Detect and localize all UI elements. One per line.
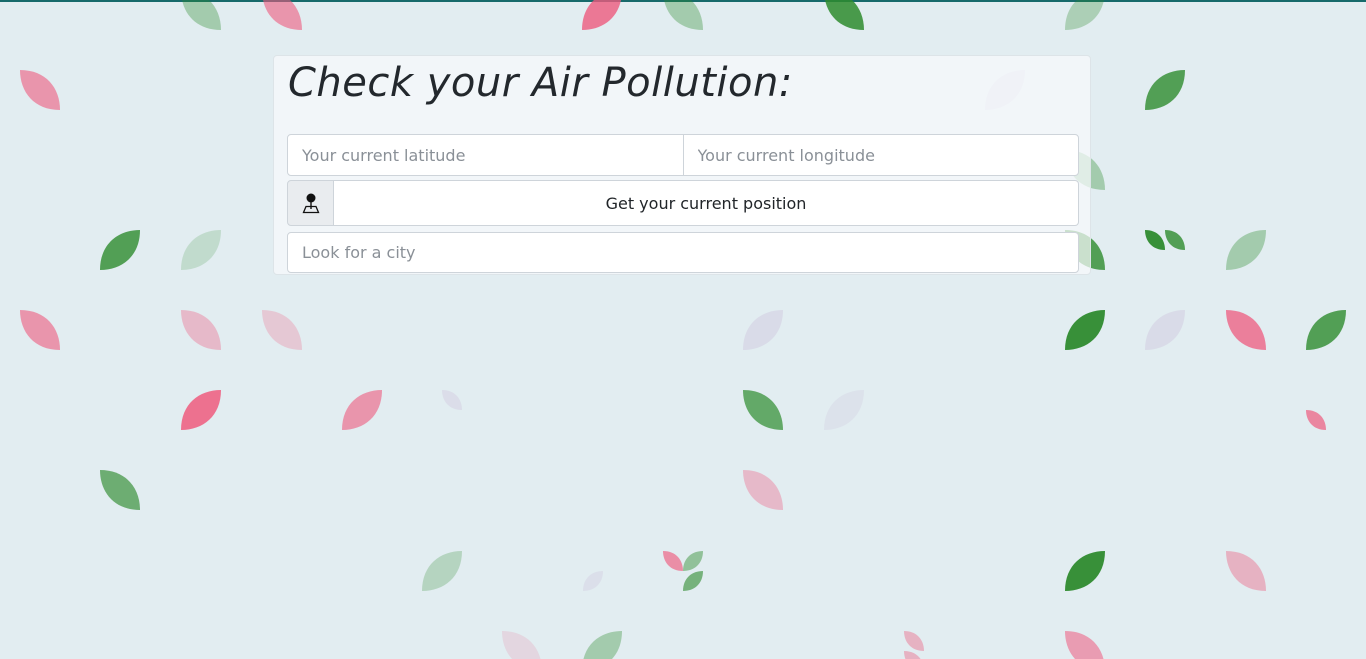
leaf-decoration <box>1165 230 1185 250</box>
map-pin-icon <box>287 180 334 226</box>
leaf-decoration <box>442 390 462 410</box>
leaf-decoration <box>502 631 541 659</box>
leaf-decoration <box>1065 0 1104 30</box>
get-current-position-button[interactable]: Get your current position <box>334 180 1079 226</box>
leaf-decoration <box>583 571 603 591</box>
leaf-decoration <box>342 390 382 430</box>
leaf-decoration <box>1306 310 1346 350</box>
leaf-decoration <box>181 230 221 270</box>
air-pollution-panel: Check your Air Pollution: Get your curre… <box>273 55 1091 275</box>
leaf-decoration <box>181 310 221 350</box>
leaf-decoration <box>824 390 864 430</box>
leaf-decoration <box>1145 230 1165 250</box>
leaf-decoration <box>1145 310 1185 350</box>
coordinates-input-group <box>287 134 1079 176</box>
leaf-decoration <box>1065 551 1105 591</box>
leaf-decoration <box>182 0 221 30</box>
leaf-decoration <box>1306 410 1326 430</box>
leaf-decoration <box>1145 70 1185 110</box>
city-search-input[interactable] <box>287 232 1079 273</box>
leaf-decoration <box>664 0 703 30</box>
leaf-decoration <box>904 631 924 651</box>
leaf-decoration <box>181 390 221 430</box>
leaf-decoration <box>1065 631 1104 659</box>
geolocation-group: Get your current position <box>287 180 1079 226</box>
leaf-decoration <box>904 651 921 659</box>
leaf-decoration <box>20 310 60 350</box>
leaf-decoration <box>663 551 683 571</box>
leaf-decoration <box>583 631 622 659</box>
leaf-decoration <box>1226 310 1266 350</box>
leaf-decoration <box>743 390 783 430</box>
leaf-decoration <box>422 551 462 591</box>
leaf-decoration <box>1226 230 1266 270</box>
leaf-decoration <box>825 0 864 30</box>
leaf-decoration <box>1065 310 1105 350</box>
leaf-decoration <box>743 470 783 510</box>
longitude-input[interactable] <box>682 134 1079 176</box>
leaf-decoration <box>683 551 703 571</box>
page-title: Check your Air Pollution: <box>288 60 793 106</box>
leaf-decoration <box>262 310 302 350</box>
leaf-decoration <box>1226 551 1266 591</box>
leaf-decoration <box>683 571 703 591</box>
leaf-decoration <box>100 470 140 510</box>
latitude-input[interactable] <box>287 134 684 176</box>
leaf-decoration <box>100 230 140 270</box>
leaf-decoration <box>20 70 60 110</box>
leaf-decoration <box>582 0 621 30</box>
leaf-decoration <box>263 0 302 30</box>
leaf-decoration <box>743 310 783 350</box>
